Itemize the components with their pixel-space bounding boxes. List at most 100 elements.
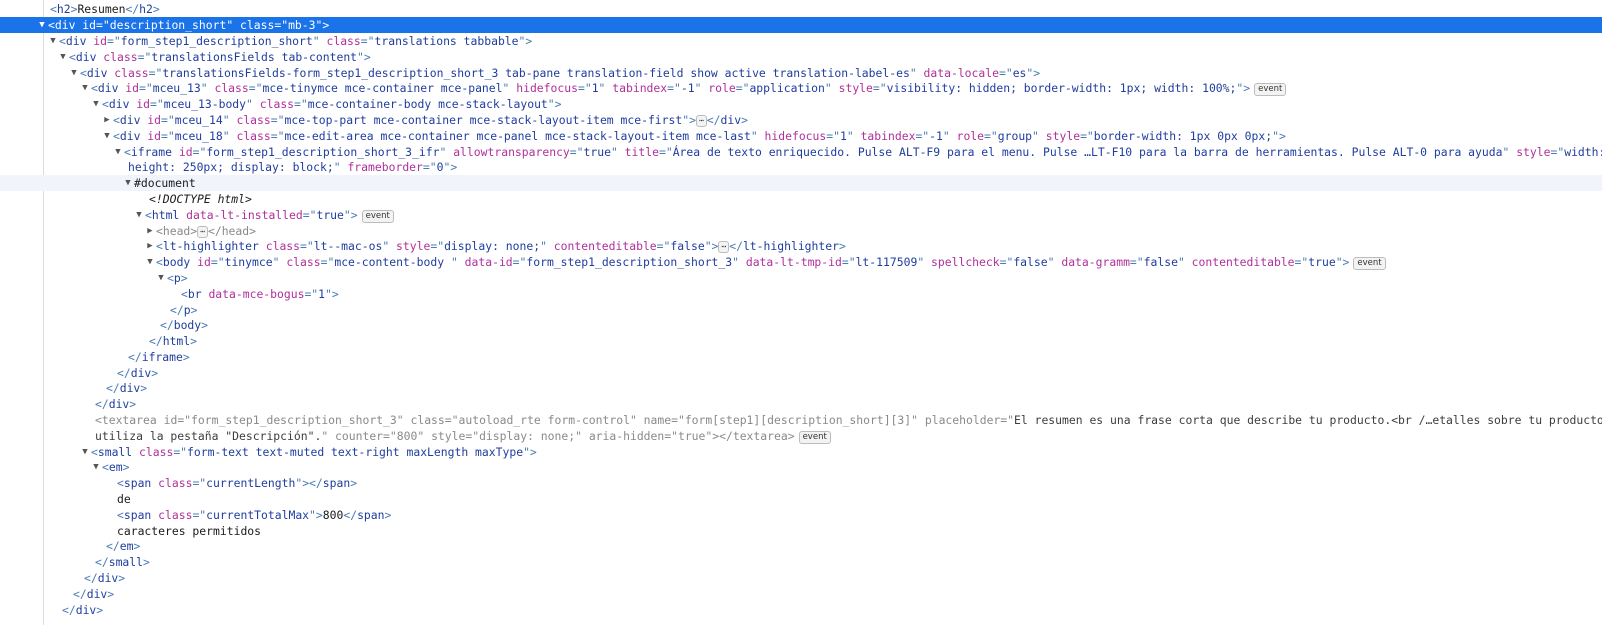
expanded-toggle-icon[interactable]: ▼ xyxy=(90,96,102,112)
attribute-value: form_step1_description_short_3 xyxy=(526,255,733,269)
collapsed-toggle-icon[interactable]: ▶ xyxy=(144,238,156,254)
text-node: 800 xyxy=(322,508,344,522)
node-row-text[interactable]: de xyxy=(0,491,1602,507)
expanded-toggle-icon[interactable]: ▼ xyxy=(79,444,91,460)
attribute-value: true xyxy=(316,208,344,222)
tag-punctuation: </ xyxy=(719,429,733,443)
node-row-selected[interactable]: ▼ <div id="description_short" class="mb-3… xyxy=(0,17,1602,33)
attribute-value: currentLength xyxy=(206,476,296,490)
attribute-value: false xyxy=(670,239,705,253)
tag-punctuation: < xyxy=(102,460,109,474)
tag-name: div xyxy=(720,113,742,127)
attribute-name: id xyxy=(147,113,162,127)
tag-punctuation: > xyxy=(143,555,150,569)
node-row[interactable]: ▶ <head> ⋯ </head> xyxy=(0,223,1602,239)
event-badge[interactable]: event xyxy=(361,210,394,223)
node-row[interactable]: ▼ <iframe id="form_step1_description_shor… xyxy=(0,144,1602,160)
event-badge[interactable]: event xyxy=(1254,83,1287,96)
node-row-continuation[interactable]: utiliza la pestaña "Descripción". " count… xyxy=(0,428,1602,444)
collapsed-content-ellipsis-icon[interactable]: ⋯ xyxy=(695,115,707,127)
node-row[interactable]: ▼ <small class="form-text text-muted text… xyxy=(0,444,1602,460)
tag-punctuation: " xyxy=(357,50,364,64)
tag-name: iframe xyxy=(141,350,183,364)
node-row[interactable]: ▼ <div id="form_step1_description_short" … xyxy=(0,33,1602,49)
attribute-name: data-mce-bogus xyxy=(208,287,305,301)
expanded-toggle-icon[interactable]: ▼ xyxy=(36,17,48,33)
expanded-toggle-icon[interactable]: ▼ xyxy=(155,270,167,286)
attribute-value: border-width: 1px 0px 0px; xyxy=(1093,129,1273,143)
node-row[interactable]: </div> xyxy=(0,602,1602,618)
collapsed-content-ellipsis-icon[interactable]: ⋯ xyxy=(718,241,730,253)
node-row[interactable]: <span class="currentTotalMax">800</span> xyxy=(0,507,1602,523)
node-row[interactable]: </div> xyxy=(0,365,1602,381)
expanded-toggle-icon[interactable]: ▼ xyxy=(79,80,91,96)
node-row[interactable]: </div> xyxy=(0,396,1602,412)
tag-punctuation: < xyxy=(102,97,109,111)
expanded-toggle-icon[interactable]: ▼ xyxy=(90,459,102,475)
tag-punctuation: =" xyxy=(210,255,225,269)
node-row[interactable]: ▼ <html data-lt-installed="true"> event xyxy=(0,207,1602,223)
node-row[interactable]: ▼ <div id="mceu_18" class="mce-edit-area … xyxy=(0,128,1602,144)
node-row[interactable]: </em> xyxy=(0,538,1602,554)
expanded-toggle-icon[interactable]: ▼ xyxy=(133,207,145,223)
node-row[interactable]: </div> xyxy=(0,586,1602,602)
tag-punctuation: =" xyxy=(248,81,263,95)
expanded-toggle-icon[interactable]: ▼ xyxy=(144,254,156,270)
node-row[interactable]: </div> xyxy=(0,380,1602,396)
node-row[interactable]: ▼ <p> xyxy=(0,270,1602,286)
node-row[interactable]: ▼ <div class="translationsFields tab-cont… xyxy=(0,49,1602,65)
node-row[interactable]: <textarea id="form_step1_description_sho… xyxy=(0,412,1602,428)
attribute-name: id xyxy=(82,18,97,32)
node-row[interactable]: ▼ <div id="mceu_13-body" class="mce-conta… xyxy=(0,96,1602,112)
node-row[interactable]: ▼ <body id="tinymce" class="mce-content-b… xyxy=(0,254,1602,270)
node-markup: <br data-mce-bogus="1"> xyxy=(181,287,339,301)
node-row[interactable]: <h2>Resumen</h2> xyxy=(0,1,1602,17)
expanded-toggle-icon[interactable]: ▼ xyxy=(122,175,134,191)
expanded-toggle-icon[interactable]: ▼ xyxy=(68,65,80,81)
collapsed-toggle-icon[interactable]: ▶ xyxy=(144,223,156,239)
node-row[interactable]: <span class="currentLength"></span> xyxy=(0,475,1602,491)
expanded-toggle-icon[interactable]: ▼ xyxy=(47,33,59,49)
node-row[interactable]: </html> xyxy=(0,333,1602,349)
tag-punctuation: " xyxy=(200,81,208,95)
expanded-toggle-icon[interactable]: ▼ xyxy=(57,49,69,65)
node-row[interactable]: ▼ <div class="translationsFields-form_ste… xyxy=(0,65,1602,81)
expanded-toggle-icon[interactable]: ▼ xyxy=(101,128,113,144)
tag-name: div xyxy=(130,366,152,380)
tag-punctuation: > xyxy=(190,334,198,348)
node-row-text[interactable]: caracteres permitidos xyxy=(0,523,1602,539)
expanded-toggle-icon[interactable]: ▼ xyxy=(112,144,124,160)
node-row[interactable]: </small> xyxy=(0,554,1602,570)
tag-punctuation: =" xyxy=(161,113,175,127)
tag-punctuation: < xyxy=(59,34,66,48)
collapsed-content-ellipsis-icon[interactable]: ⋯ xyxy=(197,226,208,238)
node-row[interactable]: ▶ <div id="mceu_14" class="mce-top-part m… xyxy=(0,112,1602,128)
attribute-name: class xyxy=(240,18,275,32)
tag-name: div xyxy=(119,113,141,127)
tag-punctuation: =" xyxy=(192,508,207,522)
node-row[interactable]: ▼ <em> xyxy=(0,459,1602,475)
tag-punctuation: =" xyxy=(1080,129,1094,143)
tag-punctuation: =" xyxy=(872,81,887,95)
attribute-value: true xyxy=(677,429,706,443)
node-row[interactable]: <!DOCTYPE html> xyxy=(0,191,1602,207)
tag-punctuation: < xyxy=(80,66,87,80)
tag-punctuation: =" xyxy=(826,129,840,143)
node-row[interactable]: ▼ <div id="mceu_13" class="mce-tinymce mc… xyxy=(0,80,1602,96)
attribute-value: height: 250px; display: block; xyxy=(128,160,334,174)
node-row[interactable]: </iframe> xyxy=(0,349,1602,365)
tag-name: span xyxy=(123,476,152,490)
event-badge[interactable]: event xyxy=(1353,257,1386,270)
node-markup: <div id="mceu_18" class="mce-edit-area m… xyxy=(113,129,1286,143)
event-badge[interactable]: event xyxy=(798,431,831,444)
node-row[interactable]: <br data-mce-bogus="1"> xyxy=(0,286,1602,302)
tag-punctuation: > xyxy=(787,429,795,443)
node-row[interactable]: </body> xyxy=(0,317,1602,333)
collapsed-toggle-icon[interactable]: ▶ xyxy=(101,112,113,128)
node-row-document[interactable]: ▼ #document xyxy=(0,175,1602,191)
node-row-continuation[interactable]: height: 250px; display: block;" framebor… xyxy=(0,159,1602,175)
node-row[interactable]: </div> xyxy=(0,570,1602,586)
attribute-name: class xyxy=(158,508,193,522)
node-row[interactable]: ▶ <lt-highlighter class="lt--mac-os" styl… xyxy=(0,238,1602,254)
node-row[interactable]: </p> xyxy=(0,302,1602,318)
